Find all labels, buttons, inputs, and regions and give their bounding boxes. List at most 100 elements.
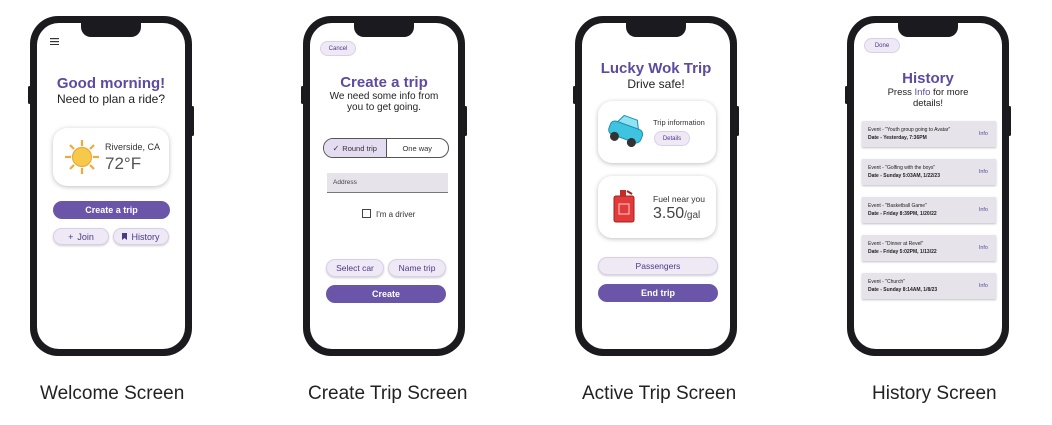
history-row-date: Date - Friday 8:39PM, 1/20/22 xyxy=(868,211,937,217)
history-subtitle-line2: details! xyxy=(912,98,944,109)
address-input[interactable]: Address xyxy=(327,173,448,193)
fuel-card: Fuel near you 3.50/gal xyxy=(598,176,716,238)
trip-type-toggle: ✓ Round trip One way xyxy=(323,138,449,158)
round-trip-option[interactable]: ✓ Round trip xyxy=(324,139,387,157)
history-row-date: Date - Yesterday, 7:36PM xyxy=(868,135,927,141)
history-row-info-link[interactable]: Info xyxy=(979,245,988,251)
history-row-event: Event - "Church" xyxy=(868,279,905,285)
phone-notch xyxy=(626,23,686,37)
history-row-date: Date - Sunday 5:03AM, 1/22/23 xyxy=(868,173,940,179)
select-car-label: Select car xyxy=(336,263,374,273)
details-button[interactable]: Details xyxy=(654,131,690,146)
fuel-price: 3.50 xyxy=(653,205,685,222)
phone-notch xyxy=(898,23,958,37)
phone-welcome: Good morning! Need to plan a ride? River… xyxy=(28,16,194,356)
active-trip-screen: Lucky Wok Trip Drive safe! Trip informat… xyxy=(582,23,730,349)
caption-history: History Screen xyxy=(872,383,997,404)
history-subtitle-post: for more xyxy=(930,87,969,98)
car-icon xyxy=(608,114,644,148)
phone-notch xyxy=(81,23,141,37)
history-row: Event - "Golfing with the boys" Date - Su… xyxy=(862,159,996,185)
history-subtitle-info: Info xyxy=(914,87,931,98)
phone-side-button xyxy=(464,106,467,136)
greeting-title: Good morning! xyxy=(56,75,166,92)
create-trip-subtitle-line1: We need some info from xyxy=(329,91,439,102)
passengers-label: Passengers xyxy=(635,261,681,271)
history-row-event: Event - "Golfing with the boys" xyxy=(868,165,936,171)
history-row-date: Date - Friday 5:02PM, 1/13/22 xyxy=(868,249,937,255)
history-label: History xyxy=(131,231,160,242)
phone-create-trip: Cancel Create a trip We need some info f… xyxy=(301,16,467,356)
phone-side-button xyxy=(736,106,739,136)
trip-info-card: Trip information Details xyxy=(598,101,716,163)
history-row: Event - "Church" Date - Sunday 8:14AM, 1/… xyxy=(862,273,996,299)
history-row-info-link[interactable]: Info xyxy=(979,283,988,289)
caption-welcome: Welcome Screen xyxy=(40,383,185,404)
end-trip-label: End trip xyxy=(641,288,675,298)
one-way-option[interactable]: One way xyxy=(387,139,449,157)
cancel-label: Cancel xyxy=(328,45,348,52)
driver-checkbox[interactable] xyxy=(362,209,371,218)
name-trip-label: Name trip xyxy=(398,263,436,273)
name-trip-button[interactable]: Name trip xyxy=(388,259,446,277)
history-row-info-link[interactable]: Info xyxy=(979,131,988,137)
address-placeholder: Address xyxy=(333,179,357,186)
details-label: Details xyxy=(662,135,682,142)
history-row-event: Event - "Dinner at Revel" xyxy=(868,241,924,247)
phone-notch xyxy=(354,23,414,37)
history-row-event: Event - "Basketball Game" xyxy=(868,203,927,209)
phone-active-trip: Lucky Wok Trip Drive safe! Trip informat… xyxy=(573,16,739,356)
history-row-info-link[interactable]: Info xyxy=(979,169,988,175)
fuel-price-row: 3.50/gal xyxy=(653,205,700,223)
create-button[interactable]: Create xyxy=(326,285,446,303)
phone-side-button xyxy=(1008,106,1011,136)
fuel-label: Fuel near you xyxy=(653,194,705,204)
history-row: Event - "Basketball Game" Date - Friday 8… xyxy=(862,197,996,223)
history-button[interactable]: History xyxy=(113,228,169,245)
driver-label: I'm a driver xyxy=(376,210,416,219)
create-trip-subtitle-line2: you to get going. xyxy=(347,102,421,113)
history-row-info-link[interactable]: Info xyxy=(979,207,988,213)
bookmark-icon xyxy=(122,233,128,240)
check-icon: ✓ xyxy=(332,143,340,153)
welcome-screen: Good morning! Need to plan a ride? River… xyxy=(37,23,185,349)
cancel-button[interactable]: Cancel xyxy=(320,41,356,56)
history-subtitle-pre: Press xyxy=(887,87,915,98)
plus-icon: + xyxy=(68,231,74,242)
round-trip-label: Round trip xyxy=(342,143,377,153)
create-trip-screen: Cancel Create a trip We need some info f… xyxy=(310,23,458,349)
history-row: Event - "Dinner at Revel" Date - Friday 5… xyxy=(862,235,996,261)
history-row: Event - "Youth group going to Avatar" Dat… xyxy=(862,121,996,147)
phone-history: Done History Press Info for more details… xyxy=(845,16,1011,356)
weather-card: Riverside, CA 72°F xyxy=(53,128,169,186)
one-way-label: One way xyxy=(402,143,433,153)
fuel-unit: /gal xyxy=(684,210,701,221)
phone-side-button xyxy=(573,86,576,104)
fuel-can-icon xyxy=(613,190,635,223)
done-label: Done xyxy=(874,42,890,49)
caption-create-trip: Create Trip Screen xyxy=(308,383,468,404)
trip-info-label: Trip information xyxy=(653,118,705,127)
select-car-button[interactable]: Select car xyxy=(326,259,384,277)
menu-icon[interactable] xyxy=(50,38,59,45)
history-row-event: Event - "Youth group going to Avatar" xyxy=(868,127,951,133)
history-subtitle-line1: Press Info for more xyxy=(854,87,1002,98)
end-trip-button[interactable]: End trip xyxy=(598,284,718,302)
caption-active-trip: Active Trip Screen xyxy=(582,383,737,404)
create-label: Create xyxy=(371,289,400,299)
weather-location: Riverside, CA xyxy=(105,142,161,152)
create-trip-label: Create a trip xyxy=(85,205,138,215)
phone-side-button xyxy=(845,86,848,104)
greeting-prompt: Need to plan a ride? xyxy=(56,92,166,106)
phone-side-button xyxy=(191,106,194,136)
passengers-button[interactable]: Passengers xyxy=(598,257,718,275)
history-row-date: Date - Sunday 8:14AM, 1/8/23 xyxy=(868,287,938,293)
trip-name-title: Lucky Wok Trip xyxy=(600,60,712,77)
phone-side-button xyxy=(301,86,304,104)
create-trip-button[interactable]: Create a trip xyxy=(53,201,170,219)
done-button[interactable]: Done xyxy=(864,38,900,53)
create-trip-title: Create a trip xyxy=(340,74,428,91)
drive-safe-subtitle: Drive safe! xyxy=(627,77,685,91)
sun-icon xyxy=(65,140,99,174)
join-button[interactable]: + Join xyxy=(53,228,109,245)
